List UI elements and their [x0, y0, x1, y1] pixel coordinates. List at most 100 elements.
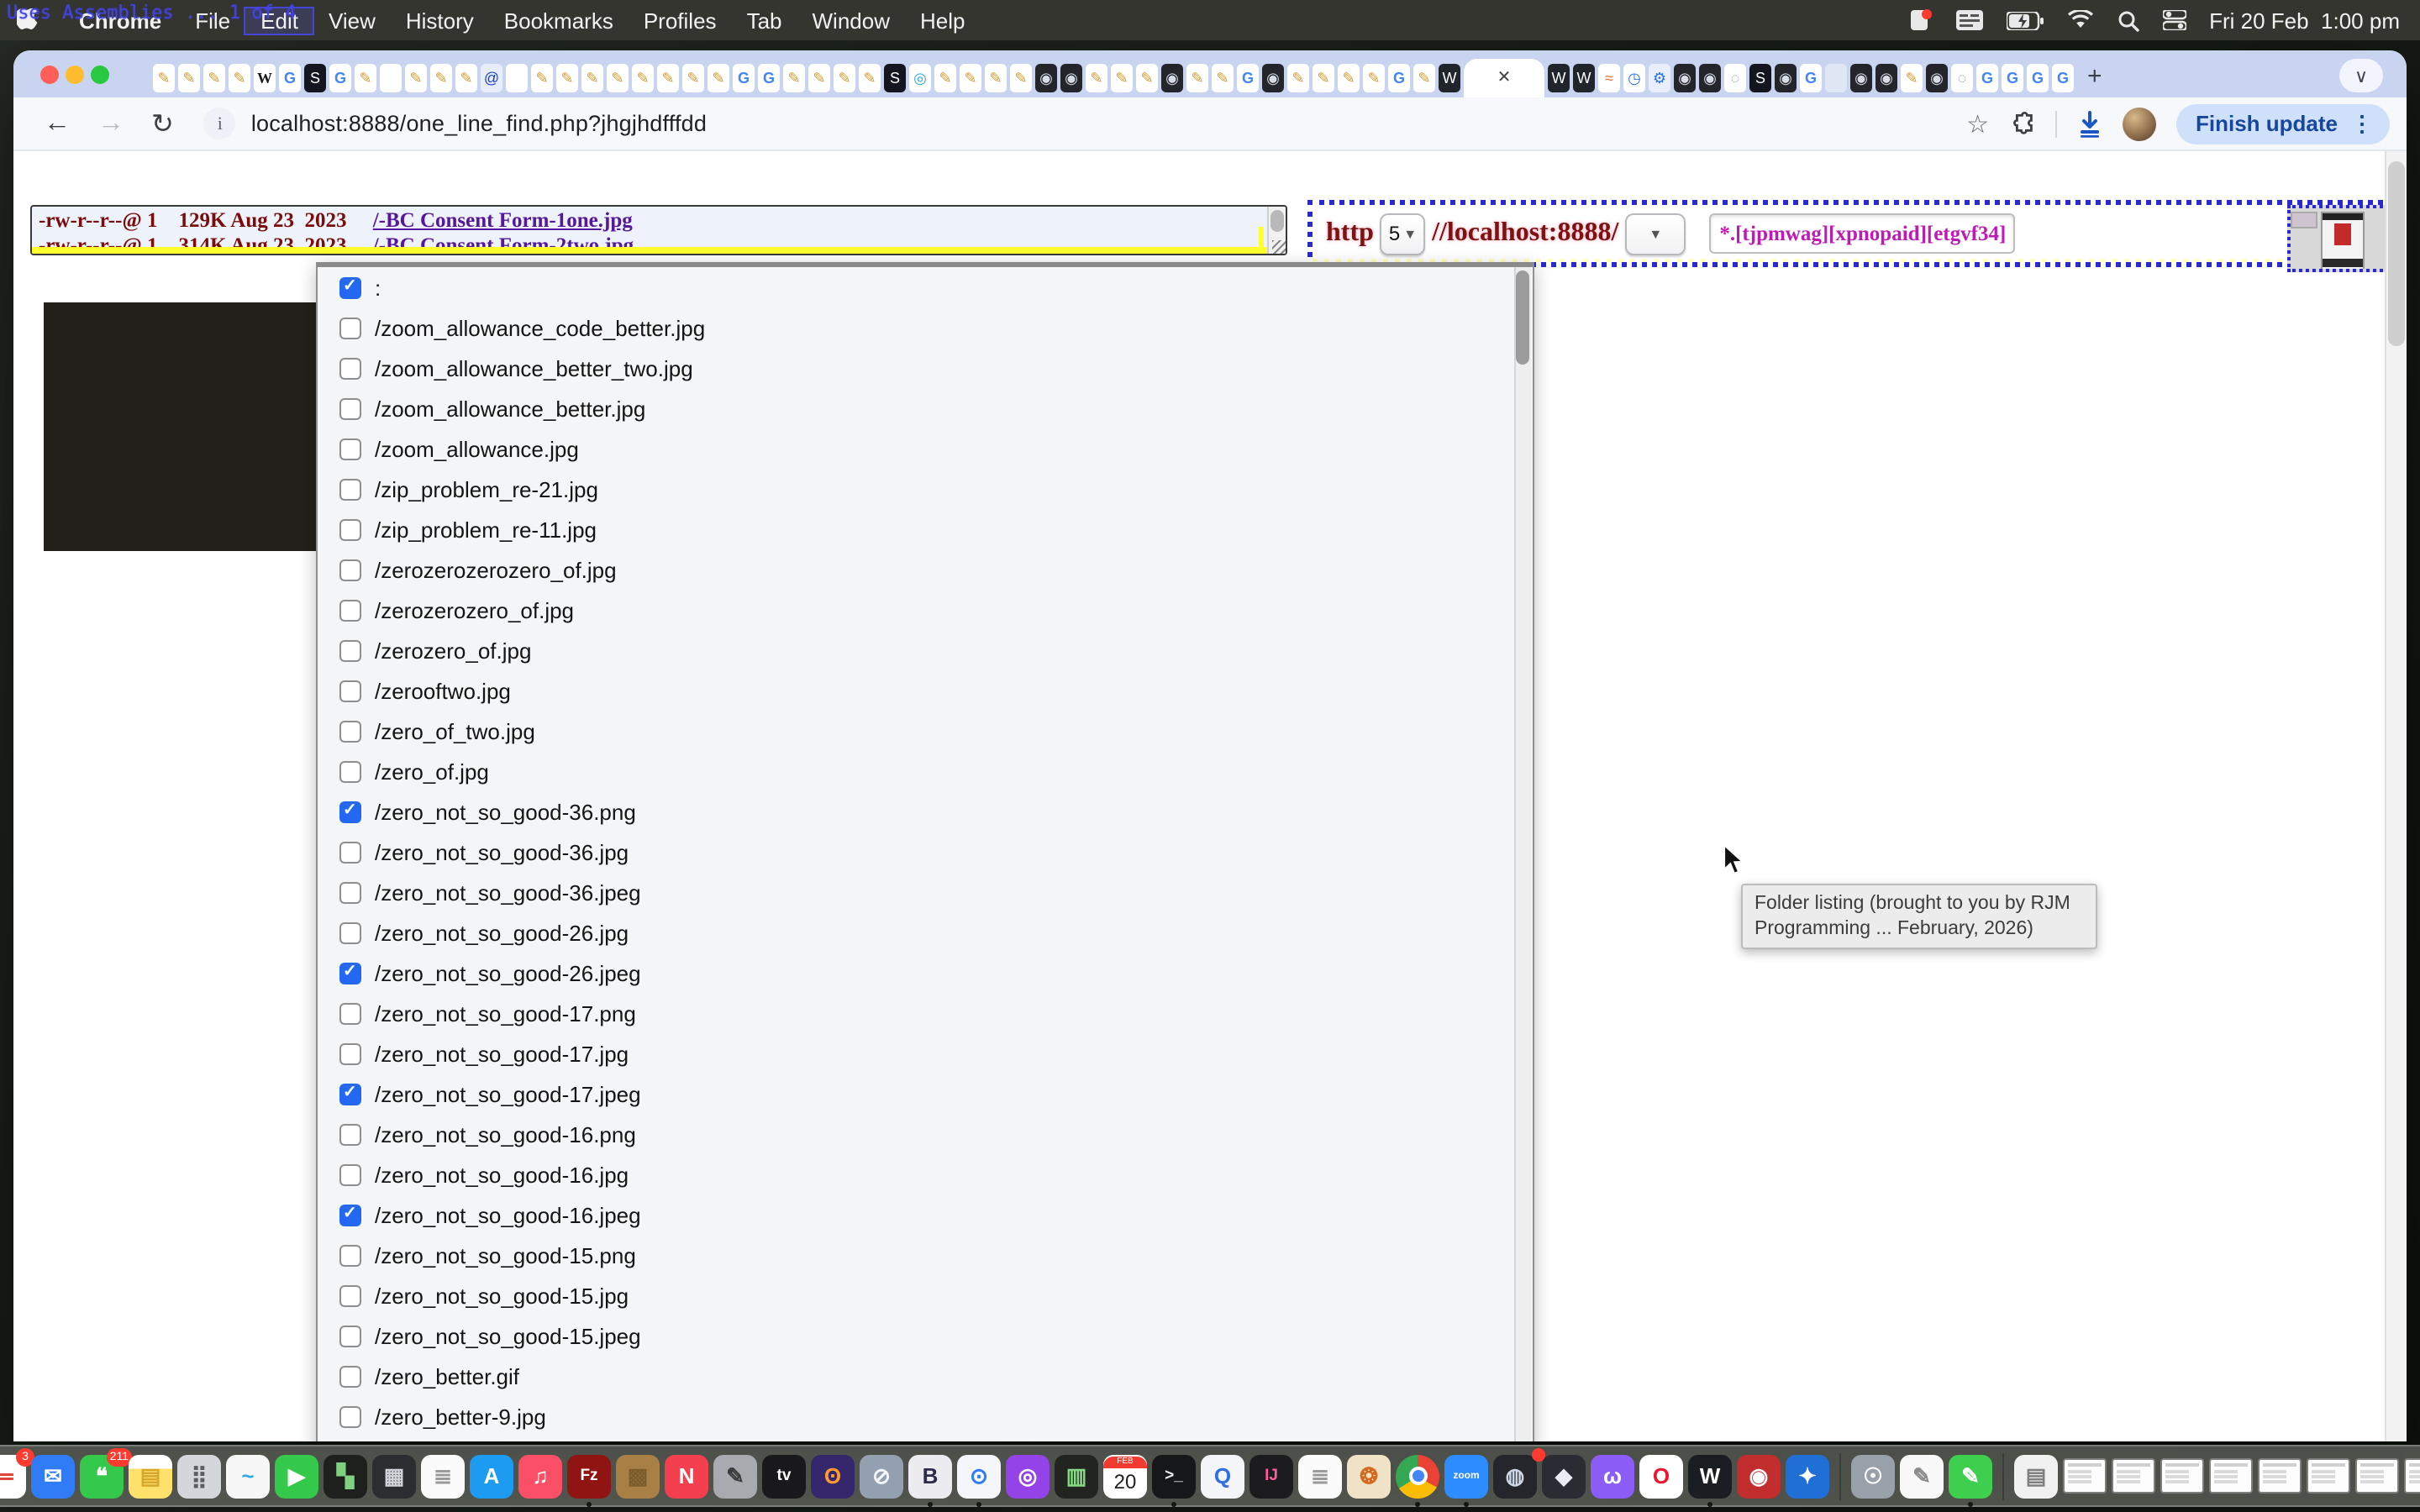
tab-favicon-s-dark[interactable]: S [884, 64, 906, 92]
checkbox-unchecked[interactable] [339, 1123, 361, 1145]
checkbox-unchecked[interactable] [339, 1002, 361, 1024]
tab-favicon-pencil[interactable]: ✎ [1413, 64, 1435, 92]
dock-icon-launchpad[interactable]: ⣿ [177, 1454, 221, 1498]
checkbox-checked[interactable] [339, 962, 361, 984]
dock-icon-freeform[interactable]: ~ [226, 1454, 270, 1498]
input-source-icon[interactable] [1955, 10, 1982, 30]
filename-pattern-input[interactable] [1709, 213, 2015, 254]
minimized-window-thumbnail[interactable] [2063, 1458, 2107, 1494]
checkbox-unchecked[interactable] [339, 1042, 361, 1064]
dock-icon-facetime[interactable]: ▶ [275, 1454, 318, 1498]
checkbox-checked[interactable] [339, 1204, 361, 1226]
checkbox-unchecked[interactable] [339, 760, 361, 782]
dock-icon-chrome[interactable] [1396, 1454, 1439, 1498]
checkbox-checked[interactable] [339, 276, 361, 298]
tab-favicon-pencil[interactable]: ✎ [682, 64, 704, 92]
tab-favicon-pencil[interactable]: ✎ [1901, 64, 1923, 92]
dock-icon-green-notes[interactable]: ✎ [1949, 1454, 1992, 1498]
tab-favicon-dark-circle[interactable]: ◉ [1674, 64, 1696, 92]
dock-icon-intellij[interactable]: IJ [1249, 1454, 1293, 1498]
active-tab[interactable]: ✕ [1464, 59, 1544, 97]
tab-favicon-google[interactable]: G [1237, 64, 1259, 92]
file-list-row[interactable]: /zero_not_so_good-16.png [318, 1114, 1533, 1154]
menu-item-history[interactable]: History [391, 8, 489, 33]
tab-favicon-google[interactable]: G [1388, 64, 1410, 92]
path-select[interactable]: ▼ [1625, 213, 1686, 255]
panel-scroll-thumb[interactable] [1516, 270, 1529, 365]
dock-icon-music[interactable]: ♫ [518, 1454, 562, 1498]
tab-favicon-pencil[interactable]: ✎ [430, 64, 452, 92]
preview-thumbnail[interactable] [2287, 205, 2395, 272]
checkbox-unchecked[interactable] [339, 680, 361, 701]
page-scrollbar[interactable] [2385, 151, 2407, 1441]
dock-icon-opera[interactable]: O [1639, 1454, 1683, 1498]
tab-favicon-pencil[interactable]: ✎ [455, 64, 477, 92]
dock-icon-wordpress[interactable]: W [1688, 1454, 1732, 1498]
tab-favicon-s-dark[interactable]: S [304, 64, 326, 92]
panel-scrollbar[interactable] [1514, 267, 1531, 1441]
minimized-window-thumbnail[interactable] [2258, 1458, 2302, 1494]
dock-icon-inkscape[interactable]: ◆ [1542, 1454, 1586, 1498]
file-list-row[interactable]: /zerozerozero_of.jpg [318, 590, 1533, 630]
file-listing-frame[interactable]: -rw-r--r--@ 1 129K Aug 23 2023 /-BC Cons… [30, 205, 1287, 255]
tab-favicon-wikipedia[interactable]: W [254, 64, 276, 92]
file-list-row[interactable]: /zero_not_so_good-15.jpeg [318, 1315, 1533, 1356]
minimized-window-thumbnail[interactable] [2209, 1458, 2253, 1494]
checkbox-unchecked[interactable] [339, 1365, 361, 1387]
tab-favicon-google[interactable]: G [329, 64, 351, 92]
checkbox-checked[interactable] [339, 1083, 361, 1105]
checkbox-unchecked[interactable] [339, 357, 361, 379]
port-select[interactable]: 5 ▼ [1381, 213, 1425, 255]
dock-icon-dark-wheel[interactable]: ◍ [1493, 1454, 1537, 1498]
menu-bar-clock[interactable]: Fri 20 Feb 1:00 pm [2209, 8, 2400, 33]
file-link[interactable]: /-BC Consent Form-1one.jpg [373, 208, 633, 232]
tab-favicon-pencil[interactable]: ✎ [1338, 64, 1360, 92]
tab-favicon-pencil[interactable]: ✎ [355, 64, 376, 92]
tab-favicon-dark-circle[interactable]: ◉ [1850, 64, 1872, 92]
download-icon[interactable] [2076, 110, 2102, 137]
file-list-row[interactable]: /zero_not_so_good-26.jpg [318, 912, 1533, 953]
file-list-row[interactable]: /zero_better.gif [318, 1356, 1533, 1396]
tab-favicon-pencil[interactable]: ✎ [1086, 64, 1107, 92]
dock-icon-art-app[interactable]: ❂ [1347, 1454, 1391, 1498]
dock-icon-dark-utility[interactable]: ▚ [324, 1454, 367, 1498]
dock-icon-accessibility[interactable]: ☉ [1851, 1454, 1895, 1498]
tab-favicon-pencil[interactable]: ✎ [985, 64, 1007, 92]
window-zoom-button[interactable] [91, 66, 109, 84]
file-list-row[interactable]: : [318, 267, 1533, 307]
file-list-row[interactable]: /zero_not_so_good-17.png [318, 993, 1533, 1033]
dock-icon-blocked-app[interactable]: ⊘ [860, 1454, 903, 1498]
dock-icon-bbedit[interactable]: B [908, 1454, 952, 1498]
checkbox-unchecked[interactable] [339, 639, 361, 661]
checkbox-unchecked[interactable] [339, 1405, 361, 1427]
site-info-icon[interactable]: i [204, 108, 236, 139]
dock-icon-calendar[interactable]: FEB20 [1103, 1454, 1147, 1498]
tab-favicon-blank[interactable] [380, 64, 402, 92]
page-scroll-thumb[interactable] [2388, 161, 2405, 346]
tab-favicon-pencil[interactable]: ✎ [1136, 64, 1158, 92]
tab-favicon-pencil[interactable]: ✎ [1010, 64, 1032, 92]
tab-favicon-pencil[interactable]: ✎ [657, 64, 679, 92]
file-list-row[interactable]: /zip_problem_re-21.jpg [318, 469, 1533, 509]
checkbox-unchecked[interactable] [339, 438, 361, 459]
app-status-icon[interactable] [1908, 8, 1932, 32]
tab-favicon-pencil[interactable]: ✎ [1287, 64, 1309, 92]
tab-favicon-dark-circle[interactable]: ◉ [1035, 64, 1057, 92]
dock-icon-blue-tool[interactable]: ✦ [1786, 1454, 1829, 1498]
reload-button[interactable]: ↻ [151, 107, 174, 140]
tab-favicon-google[interactable]: G [1800, 64, 1822, 92]
tab-favicon-wp-dark[interactable]: W [1573, 64, 1595, 92]
wifi-icon[interactable] [2066, 10, 2093, 30]
file-list-row[interactable]: /zoom_allowance.jpg [318, 428, 1533, 469]
browser-menu-icon[interactable]: ⋮ [2351, 110, 2373, 137]
dock-icon-cat-app[interactable]: ω [1591, 1454, 1634, 1498]
file-list-row[interactable]: /zoom_allowance_better_two.jpg [318, 348, 1533, 388]
battery-icon[interactable] [2006, 11, 2043, 29]
dock-icon-notes[interactable]: ▤ [129, 1454, 172, 1498]
tab-favicon-dark-circle[interactable]: ◉ [1699, 64, 1721, 92]
tab-favicon-dark-circle[interactable]: ◉ [1161, 64, 1183, 92]
profile-avatar[interactable] [2122, 107, 2155, 140]
bookmark-star-icon[interactable]: ☆ [1966, 108, 1989, 139]
dock-icon-gimp[interactable]: ✎ [713, 1454, 757, 1498]
tab-favicon-pencil[interactable]: ✎ [607, 64, 629, 92]
